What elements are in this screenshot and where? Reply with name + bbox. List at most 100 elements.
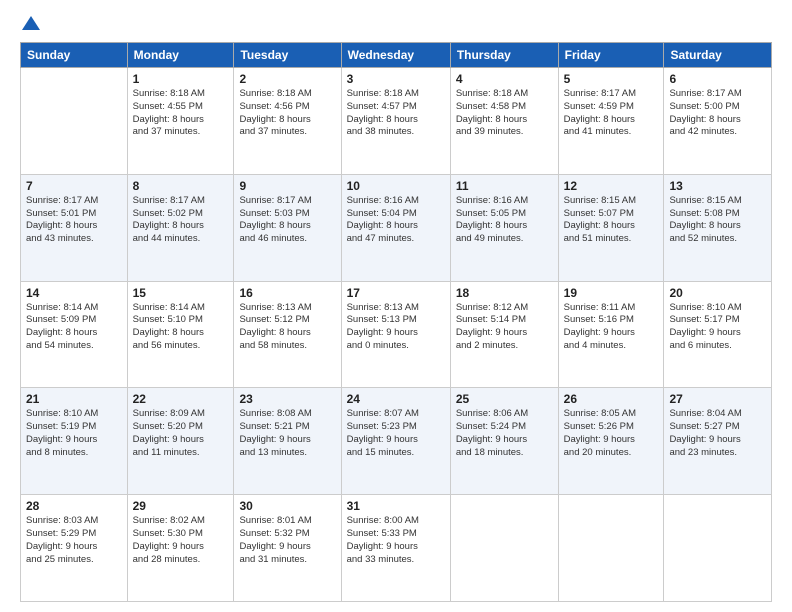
day-cell: 18Sunrise: 8:12 AM Sunset: 5:14 PM Dayli… [450, 281, 558, 388]
day-number: 19 [564, 286, 659, 300]
day-cell: 12 Sunrise: 8:15 AM Sunset: 5:07 PM Dayli… [558, 174, 664, 281]
day-info: Sunrise: 8:10 AM Sunset: 5:19 PM Dayligh… [26, 408, 122, 459]
day-number: 10 [347, 179, 445, 193]
header-row: SundayMondayTuesdayWednesdayThursdayFrid… [21, 43, 772, 68]
week-row-2: 7 Sunrise: 8:17 AM Sunset: 5:01 PM Daylig… [21, 174, 772, 281]
day-info: Sunrise: 8:16 AM Sunset: 5:04 PM Dayligh… [347, 195, 445, 246]
day-info: Sunrise: 8:08 AM Sunset: 5:21 PM Dayligh… [239, 408, 335, 459]
day-info: Sunrise: 8:17 AM Sunset: 5:01 PM Dayligh… [26, 195, 122, 246]
day-info: Sunrise: 8:13 AM Sunset: 5:12 PM Dayligh… [239, 302, 335, 353]
col-header-wednesday: Wednesday [341, 43, 450, 68]
logo-icon [22, 14, 40, 32]
day-number: 7 [26, 179, 122, 193]
day-cell: 5 Sunrise: 8:17 AM Sunset: 4:59 PM Daylig… [558, 68, 664, 175]
day-info: Sunrise: 8:15 AM Sunset: 5:07 PM Dayligh… [564, 195, 659, 246]
day-number: 22 [133, 392, 229, 406]
day-info: Sunrise: 8:13 AM Sunset: 5:13 PM Dayligh… [347, 302, 445, 353]
day-info: Sunrise: 8:11 AM Sunset: 5:16 PM Dayligh… [564, 302, 659, 353]
day-cell: 24 Sunrise: 8:07 AM Sunset: 5:23 PM Dayli… [341, 388, 450, 495]
day-cell: 3 Sunrise: 8:18 AM Sunset: 4:57 PM Daylig… [341, 68, 450, 175]
day-cell: 11 Sunrise: 8:16 AM Sunset: 5:05 PM Dayli… [450, 174, 558, 281]
day-number: 30 [239, 499, 335, 513]
day-info: Sunrise: 8:12 AM Sunset: 5:14 PM Dayligh… [456, 302, 553, 353]
day-number: 15 [133, 286, 229, 300]
day-number: 8 [133, 179, 229, 193]
day-cell: 23Sunrise: 8:08 AM Sunset: 5:21 PM Dayli… [234, 388, 341, 495]
day-cell: 19 Sunrise: 8:11 AM Sunset: 5:16 PM Dayli… [558, 281, 664, 388]
day-number: 20 [669, 286, 766, 300]
col-header-tuesday: Tuesday [234, 43, 341, 68]
day-number: 4 [456, 72, 553, 86]
day-cell: 10 Sunrise: 8:16 AM Sunset: 5:04 PM Dayli… [341, 174, 450, 281]
day-info: Sunrise: 8:17 AM Sunset: 5:03 PM Dayligh… [239, 195, 335, 246]
col-header-sunday: Sunday [21, 43, 128, 68]
day-number: 27 [669, 392, 766, 406]
day-info: Sunrise: 8:18 AM Sunset: 4:57 PM Dayligh… [347, 88, 445, 139]
day-number: 12 [564, 179, 659, 193]
day-number: 3 [347, 72, 445, 86]
day-cell: 30 Sunrise: 8:01 AM Sunset: 5:32 PM Dayli… [234, 495, 341, 602]
day-number: 24 [347, 392, 445, 406]
day-cell: 9Sunrise: 8:17 AM Sunset: 5:03 PM Daylig… [234, 174, 341, 281]
day-info: Sunrise: 8:16 AM Sunset: 5:05 PM Dayligh… [456, 195, 553, 246]
week-row-4: 21 Sunrise: 8:10 AM Sunset: 5:19 PM Dayli… [21, 388, 772, 495]
day-info: Sunrise: 8:09 AM Sunset: 5:20 PM Dayligh… [133, 408, 229, 459]
day-info: Sunrise: 8:03 AM Sunset: 5:29 PM Dayligh… [26, 515, 122, 566]
day-info: Sunrise: 8:01 AM Sunset: 5:32 PM Dayligh… [239, 515, 335, 566]
day-info: Sunrise: 8:14 AM Sunset: 5:10 PM Dayligh… [133, 302, 229, 353]
day-number: 1 [133, 72, 229, 86]
day-cell: 14Sunrise: 8:14 AM Sunset: 5:09 PM Dayli… [21, 281, 128, 388]
day-number: 6 [669, 72, 766, 86]
day-cell: 16 Sunrise: 8:13 AM Sunset: 5:12 PM Dayli… [234, 281, 341, 388]
day-info: Sunrise: 8:02 AM Sunset: 5:30 PM Dayligh… [133, 515, 229, 566]
day-cell: 20Sunrise: 8:10 AM Sunset: 5:17 PM Dayli… [664, 281, 772, 388]
day-cell [450, 495, 558, 602]
day-info: Sunrise: 8:07 AM Sunset: 5:23 PM Dayligh… [347, 408, 445, 459]
day-cell: 28 Sunrise: 8:03 AM Sunset: 5:29 PM Dayli… [21, 495, 128, 602]
day-cell [21, 68, 128, 175]
week-row-1: 1Sunrise: 8:18 AM Sunset: 4:55 PM Daylig… [21, 68, 772, 175]
day-info: Sunrise: 8:18 AM Sunset: 4:56 PM Dayligh… [239, 88, 335, 139]
day-cell: 26Sunrise: 8:05 AM Sunset: 5:26 PM Dayli… [558, 388, 664, 495]
col-header-monday: Monday [127, 43, 234, 68]
day-info: Sunrise: 8:18 AM Sunset: 4:58 PM Dayligh… [456, 88, 553, 139]
day-cell: 31Sunrise: 8:00 AM Sunset: 5:33 PM Dayli… [341, 495, 450, 602]
day-cell: 7 Sunrise: 8:17 AM Sunset: 5:01 PM Daylig… [21, 174, 128, 281]
day-info: Sunrise: 8:04 AM Sunset: 5:27 PM Dayligh… [669, 408, 766, 459]
day-number: 16 [239, 286, 335, 300]
page: SundayMondayTuesdayWednesdayThursdayFrid… [0, 0, 792, 612]
day-number: 14 [26, 286, 122, 300]
day-info: Sunrise: 8:06 AM Sunset: 5:24 PM Dayligh… [456, 408, 553, 459]
day-cell: 6Sunrise: 8:17 AM Sunset: 5:00 PM Daylig… [664, 68, 772, 175]
day-cell: 21 Sunrise: 8:10 AM Sunset: 5:19 PM Dayli… [21, 388, 128, 495]
day-number: 26 [564, 392, 659, 406]
week-row-5: 28 Sunrise: 8:03 AM Sunset: 5:29 PM Dayli… [21, 495, 772, 602]
day-cell: 1Sunrise: 8:18 AM Sunset: 4:55 PM Daylig… [127, 68, 234, 175]
day-info: Sunrise: 8:17 AM Sunset: 5:02 PM Dayligh… [133, 195, 229, 246]
day-number: 21 [26, 392, 122, 406]
day-number: 11 [456, 179, 553, 193]
day-info: Sunrise: 8:00 AM Sunset: 5:33 PM Dayligh… [347, 515, 445, 566]
day-cell: 2 Sunrise: 8:18 AM Sunset: 4:56 PM Daylig… [234, 68, 341, 175]
day-number: 25 [456, 392, 553, 406]
day-cell: 17 Sunrise: 8:13 AM Sunset: 5:13 PM Dayli… [341, 281, 450, 388]
day-number: 17 [347, 286, 445, 300]
week-row-3: 14Sunrise: 8:14 AM Sunset: 5:09 PM Dayli… [21, 281, 772, 388]
day-cell: 8 Sunrise: 8:17 AM Sunset: 5:02 PM Daylig… [127, 174, 234, 281]
col-header-friday: Friday [558, 43, 664, 68]
day-cell: 25 Sunrise: 8:06 AM Sunset: 5:24 PM Dayli… [450, 388, 558, 495]
day-number: 29 [133, 499, 229, 513]
header [20, 16, 772, 32]
day-number: 28 [26, 499, 122, 513]
day-cell: 22 Sunrise: 8:09 AM Sunset: 5:20 PM Dayli… [127, 388, 234, 495]
day-number: 5 [564, 72, 659, 86]
col-header-thursday: Thursday [450, 43, 558, 68]
day-cell: 13Sunrise: 8:15 AM Sunset: 5:08 PM Dayli… [664, 174, 772, 281]
day-cell [664, 495, 772, 602]
calendar-table: SundayMondayTuesdayWednesdayThursdayFrid… [20, 42, 772, 602]
day-cell: 4 Sunrise: 8:18 AM Sunset: 4:58 PM Daylig… [450, 68, 558, 175]
day-info: Sunrise: 8:17 AM Sunset: 4:59 PM Dayligh… [564, 88, 659, 139]
day-cell [558, 495, 664, 602]
day-cell: 15 Sunrise: 8:14 AM Sunset: 5:10 PM Dayli… [127, 281, 234, 388]
day-number: 2 [239, 72, 335, 86]
